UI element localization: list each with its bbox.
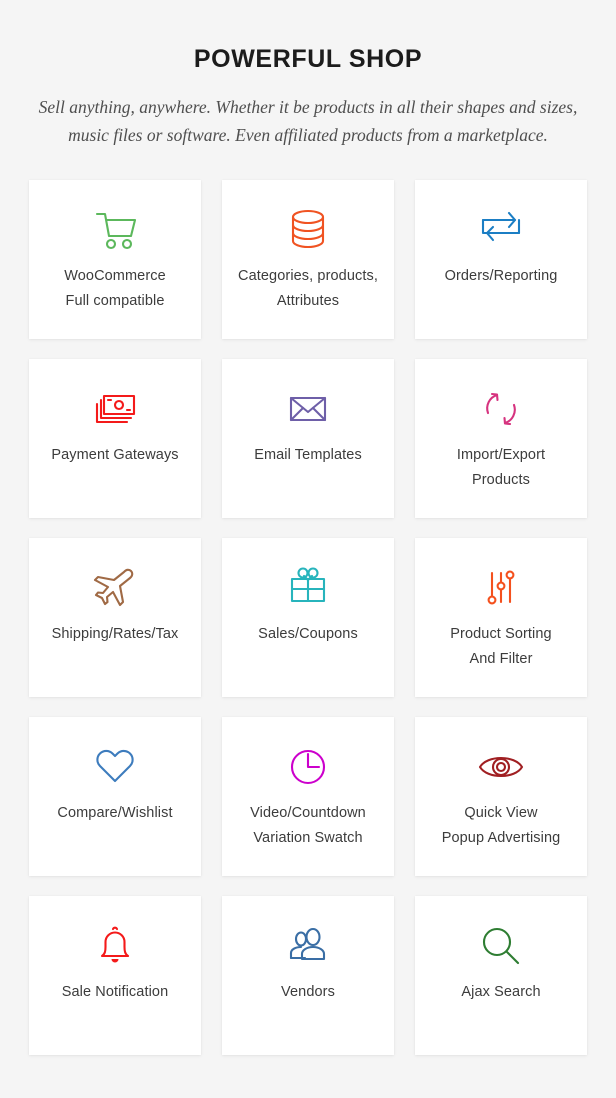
database-icon (282, 202, 334, 258)
feature-card[interactable]: Shipping/Rates/Tax (29, 537, 201, 697)
feature-card-label: Quick View Popup Advertising (432, 801, 571, 853)
feature-card[interactable]: Product Sorting And Filter (415, 537, 587, 697)
feature-card-label-line: Full compatible (65, 293, 165, 310)
feature-card-label-line: And Filter (469, 651, 533, 668)
envelope-icon (282, 381, 334, 437)
feature-card-label: WooCommerce Full compatible (54, 264, 176, 316)
gift-box-icon (282, 560, 334, 616)
feature-card-label-line: Vendors (281, 983, 335, 1000)
feature-card-label-line: Attributes (276, 293, 340, 310)
feature-card-label: Import/Export Products (447, 443, 555, 495)
feature-card[interactable]: Sale Notification (29, 895, 201, 1055)
feature-card[interactable]: Import/Export Products (415, 358, 587, 518)
sync-arrows-icon (475, 381, 527, 437)
feature-card-label: Product Sorting And Filter (440, 622, 561, 674)
feature-card[interactable]: Payment Gateways (29, 358, 201, 518)
feature-card-label: Ajax Search (451, 980, 550, 1006)
feature-card-label-line: Categories, products, (238, 267, 378, 284)
feature-card[interactable]: Sales/Coupons (222, 537, 394, 697)
page-subtitle: Sell anything, anywhere. Whether it be p… (38, 97, 578, 146)
airplane-icon (89, 560, 141, 616)
feature-card[interactable]: Ajax Search (415, 895, 587, 1055)
magnifier-search-icon (475, 918, 527, 974)
page-header: POWERFUL SHOP Sell anything, anywhere. W… (0, 0, 616, 150)
feature-card-label-line: Ajax Search (461, 983, 541, 1000)
exchange-arrows-icon (475, 202, 527, 258)
feature-card-grid: WooCommerce Full compatible Categories, pr… (0, 150, 616, 1055)
feature-card-label: Orders/Reporting (435, 264, 568, 290)
page-title: POWERFUL SHOP (193, 45, 423, 73)
sliders-filter-icon (475, 560, 527, 616)
feature-card-label-line: Compare/Wishlist (57, 804, 173, 821)
feature-card-label-line: Shipping/Rates/Tax (51, 625, 179, 642)
feature-grid-page: POWERFUL SHOP Sell anything, anywhere. W… (0, 0, 616, 1098)
feature-card-label: Shipping/Rates/Tax (42, 622, 189, 648)
feature-card-label-line: Sale Notification (61, 983, 169, 1000)
feature-card-label-line: Product Sorting (450, 625, 552, 642)
feature-card-label: Sale Notification (52, 980, 178, 1006)
bell-icon (89, 918, 141, 974)
feature-card-label: Payment Gateways (41, 443, 188, 469)
feature-card-label-line: Products (471, 472, 531, 489)
feature-card[interactable]: WooCommerce Full compatible (29, 179, 201, 339)
feature-card[interactable]: Video/Countdown Variation Swatch (222, 716, 394, 876)
feature-card-label: Sales/Coupons (248, 622, 368, 648)
feature-card-label-line: Orders/Reporting (444, 267, 558, 284)
feature-card-label-line: WooCommerce (64, 267, 166, 284)
feature-card-label-line: Import/Export (456, 446, 546, 463)
feature-card-label-line: Variation Swatch (253, 830, 363, 847)
feature-card[interactable]: Compare/Wishlist (29, 716, 201, 876)
feature-card[interactable]: Vendors (222, 895, 394, 1055)
feature-card-label: Video/Countdown Variation Swatch (240, 801, 376, 853)
feature-card-label: Email Templates (244, 443, 372, 469)
feature-card-label: Vendors (271, 980, 345, 1006)
feature-card-label-line: Payment Gateways (51, 446, 179, 463)
feature-card-label-line: Quick View (464, 804, 538, 821)
banknotes-icon (89, 381, 141, 437)
heart-icon (89, 739, 141, 795)
feature-card[interactable]: Categories, products, Attributes (222, 179, 394, 339)
eye-icon (475, 739, 527, 795)
feature-card[interactable]: Email Templates (222, 358, 394, 518)
feature-card-label-line: Video/Countdown (250, 804, 366, 821)
feature-card[interactable]: Quick View Popup Advertising (415, 716, 587, 876)
users-group-icon (282, 918, 334, 974)
feature-card-label: Categories, products, Attributes (228, 264, 388, 316)
feature-card-label-line: Popup Advertising (441, 830, 561, 847)
feature-card[interactable]: Orders/Reporting (415, 179, 587, 339)
feature-card-label: Compare/Wishlist (47, 801, 182, 827)
shopping-cart-icon (89, 202, 141, 258)
clock-icon (282, 739, 334, 795)
feature-card-label-line: Email Templates (254, 446, 362, 463)
feature-card-label-line: Sales/Coupons (258, 625, 358, 642)
